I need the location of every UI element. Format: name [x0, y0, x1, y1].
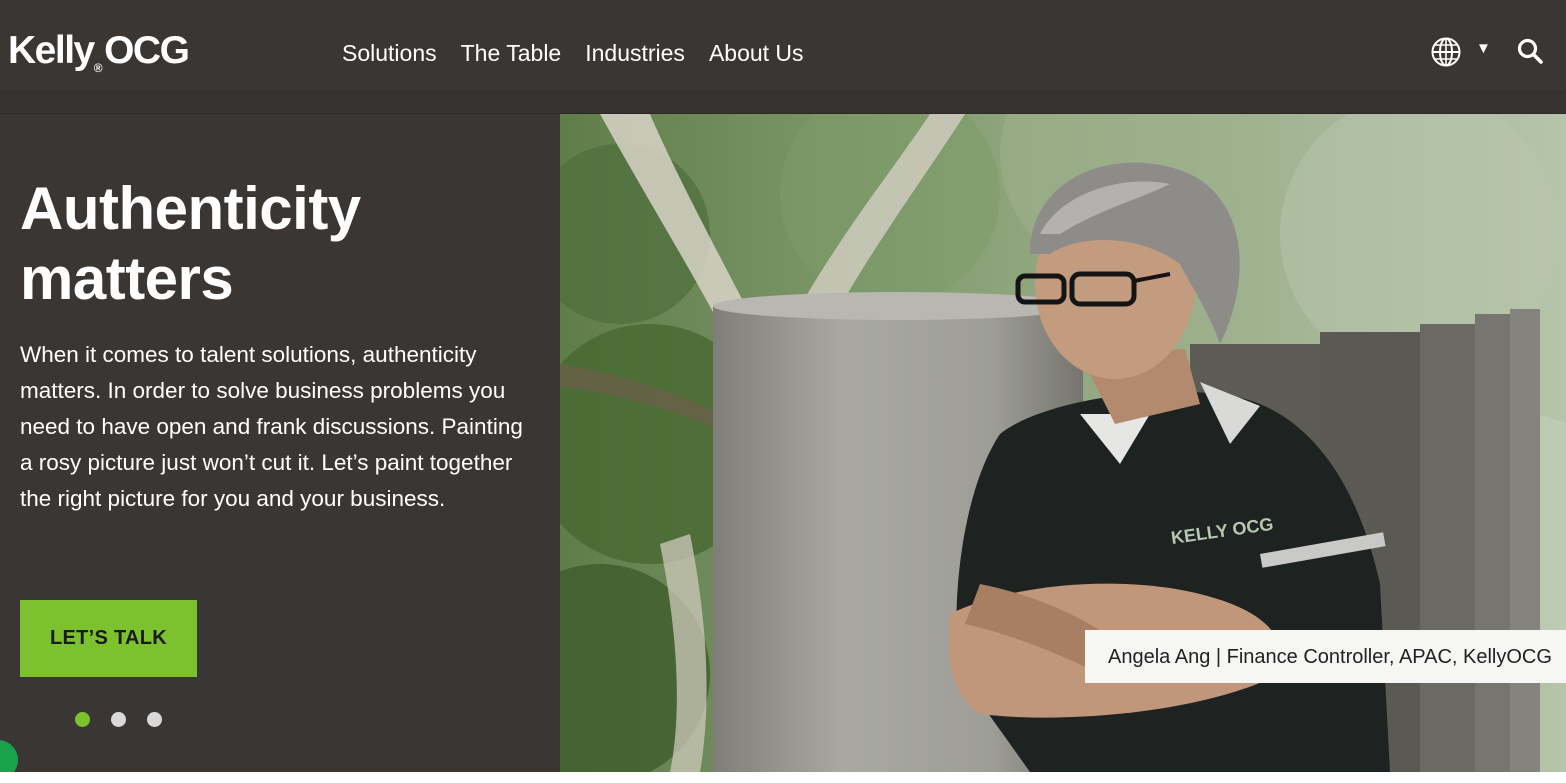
photo-caption-text: Angela Ang | Finance Controller, APAC, K…	[1108, 646, 1552, 668]
carousel-dot-2[interactable]	[111, 712, 126, 727]
header-shadow-strip	[0, 90, 1566, 114]
carousel-dot-3[interactable]	[147, 712, 162, 727]
nav-item-solutions[interactable]: Solutions	[342, 36, 437, 70]
photo-caption: Angela Ang | Finance Controller, APAC, K…	[1085, 630, 1566, 683]
carousel-dots	[75, 712, 162, 727]
globe-icon[interactable]	[1430, 36, 1462, 68]
hero-body-text: When it comes to talent solutions, authe…	[20, 342, 523, 511]
search-icon[interactable]	[1516, 37, 1544, 65]
hero-headline-line-2: matters	[20, 245, 234, 312]
language-dropdown-caret-icon[interactable]: ▼	[1476, 40, 1491, 57]
logo-ocg-text: OCG	[104, 29, 190, 72]
nav-item-industries[interactable]: Industries	[585, 36, 685, 70]
nav-item-the-table[interactable]: The Table	[461, 36, 562, 70]
main-nav: Solutions The Table Industries About Us	[342, 36, 804, 70]
lets-talk-button[interactable]: LET’S TALK	[20, 600, 197, 677]
carousel-dot-1[interactable]	[75, 712, 90, 727]
kellyocg-logo[interactable]: Kelly®OCG	[8, 28, 190, 91]
hero-headline-line-1: Authenticity	[20, 175, 361, 242]
page-bottom-strip	[0, 772, 1566, 783]
nav-item-about-us[interactable]: About Us	[709, 36, 804, 70]
hero-headline: Authenticity matters	[20, 174, 540, 314]
logo-kelly-text: Kelly	[8, 29, 95, 72]
site-header: Kelly®OCG Solutions The Table Industries…	[0, 0, 1566, 90]
logo-registered-mark: ®	[93, 60, 103, 75]
